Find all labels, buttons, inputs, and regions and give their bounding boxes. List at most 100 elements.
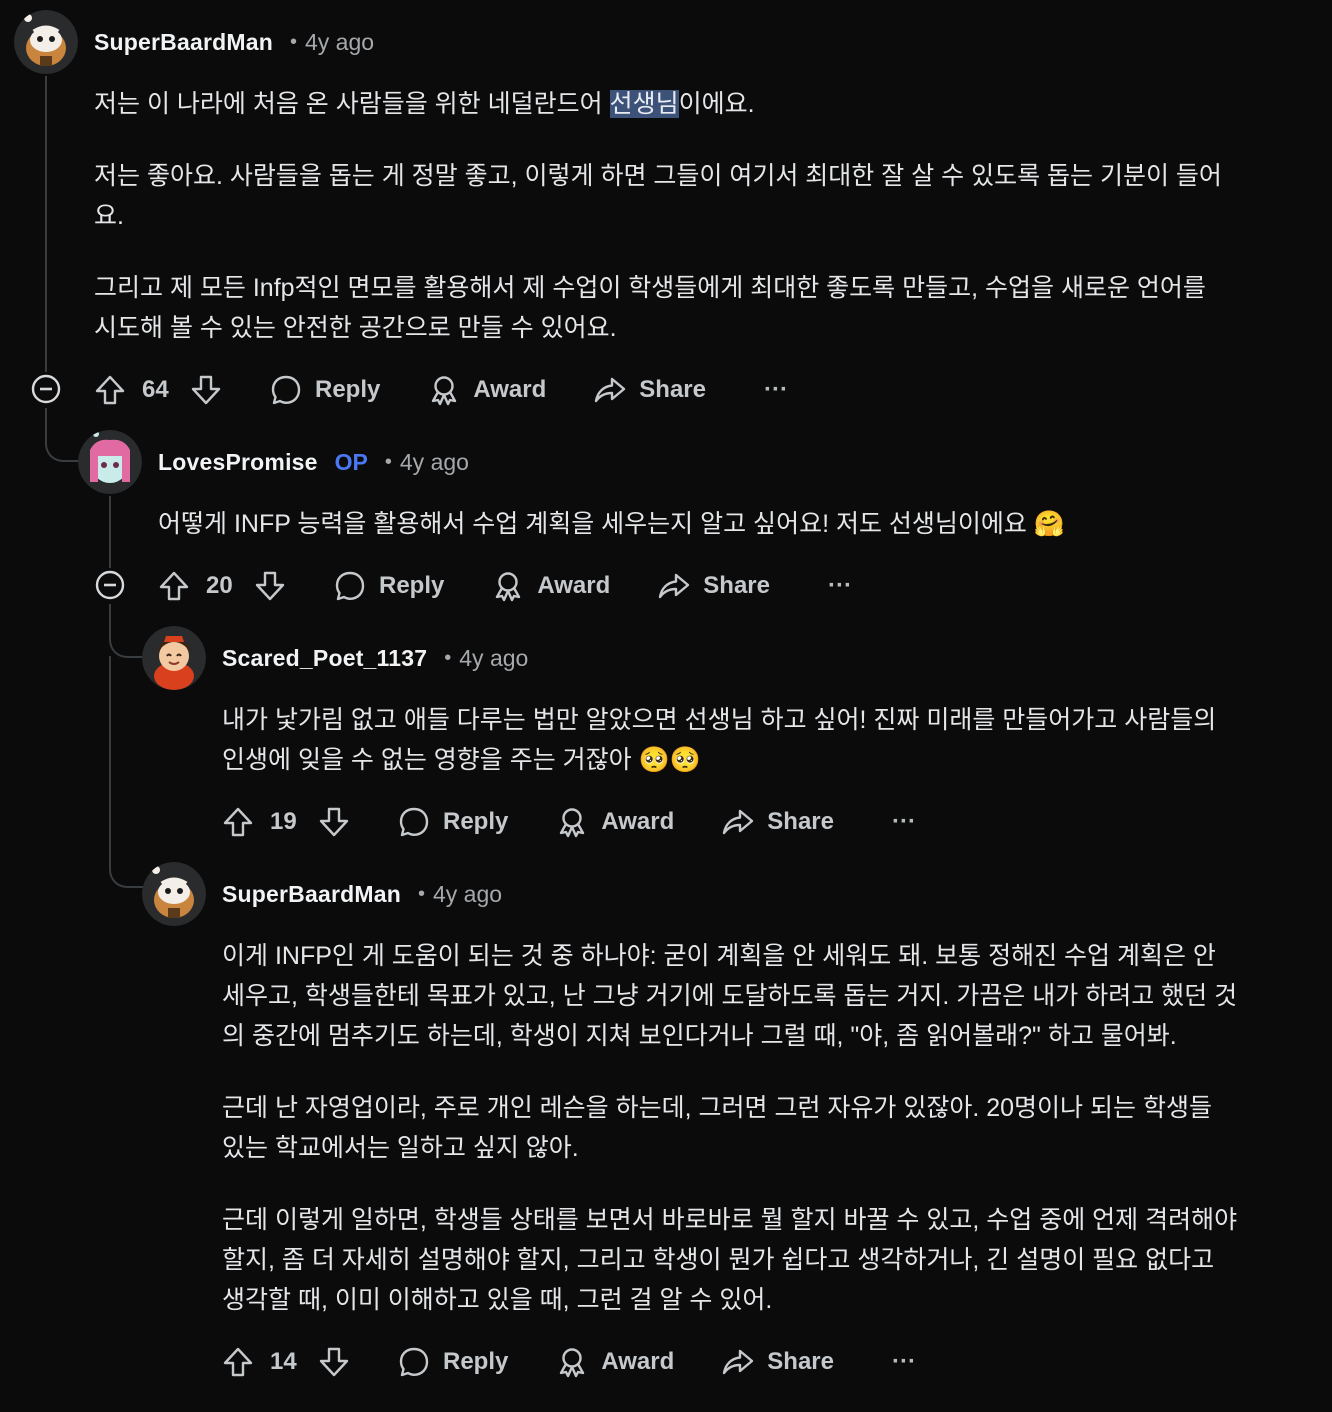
arrow-up-icon[interactable] — [222, 1346, 254, 1378]
thread-line-level-1 — [45, 76, 47, 372]
vote-count: 20 — [206, 572, 233, 599]
award-ribbon-icon — [492, 570, 524, 602]
text-line: 저는 좋아요. 사람들을 돕는 게 정말 좋고, 이렇게 하면 그들이 여기서 … — [94, 162, 1222, 190]
timestamp[interactable]: 4y ago — [305, 29, 374, 56]
comment-meta: SuperBaardMan • 4y ago — [222, 878, 502, 910]
text-line: 할지, 좀 더 자세히 설명해야 할지, 그리고 학생이 뭔가 쉽다고 생각하거… — [222, 1246, 1215, 1274]
reply-button[interactable]: Reply — [334, 570, 444, 602]
reply-button[interactable]: Reply — [398, 806, 508, 838]
paragraph: 이게 INFP인 게 도움이 되는 것 중 하나야: 굳이 계획을 안 세워도 … — [222, 936, 1237, 1056]
text-line: 있는 학교에서는 일하고 싶지 않아. — [222, 1134, 579, 1162]
share-arrow-icon — [722, 806, 754, 838]
award-label: Award — [601, 1348, 675, 1375]
avatar-lovespromise[interactable] — [78, 430, 142, 494]
share-button[interactable]: Share — [722, 1346, 834, 1378]
arrow-up-icon[interactable] — [94, 374, 126, 406]
paragraph: 내가 낯가림 없고 애들 다루는 법만 알았으면 선생님 하고 싶어! 진짜 미… — [222, 700, 1216, 780]
award-label: Award — [537, 572, 611, 599]
comment-action-bar: 20 Reply Award Share ··· — [158, 566, 852, 606]
speech-bubble-icon — [270, 374, 302, 406]
timestamp[interactable]: 4y ago — [433, 881, 502, 908]
highlighted-text: 선생님 — [609, 90, 679, 118]
reply-label: Reply — [315, 376, 381, 403]
arrow-down-icon[interactable] — [318, 806, 350, 838]
award-label: Award — [473, 376, 547, 403]
share-button[interactable]: Share — [658, 570, 770, 602]
text-line: 인생에 잊을 수 없는 영향을 주는 거잖아 🥺🥺 — [222, 746, 701, 774]
arrow-up-icon[interactable] — [158, 570, 190, 602]
vote-count: 14 — [270, 1348, 297, 1375]
username[interactable]: SuperBaardMan — [222, 881, 401, 908]
paragraph: 어떻게 INFP 능력을 활용해서 수업 계획을 세우는지 알고 싶어요! 저도… — [158, 504, 1065, 544]
text-line: 시도해 볼 수 있는 안전한 공간으로 만들 수 있어요. — [94, 314, 617, 342]
arrow-down-icon[interactable] — [190, 374, 222, 406]
share-label: Share — [767, 1348, 834, 1375]
share-label: Share — [767, 808, 834, 835]
share-arrow-icon — [658, 570, 690, 602]
minus-circle-icon — [95, 570, 125, 600]
paragraph: 저는 좋아요. 사람들을 돕는 게 정말 좋고, 이렇게 하면 그들이 여기서 … — [94, 156, 1222, 236]
avatar-superbaardman[interactable] — [142, 862, 206, 926]
text-line: 내가 낯가림 없고 애들 다루는 법만 알았으면 선생님 하고 싶어! 진짜 미… — [222, 706, 1217, 734]
share-button[interactable]: Share — [722, 806, 834, 838]
comment-body: 이게 INFP인 게 도움이 되는 것 중 하나야: 굳이 계획을 안 세워도 … — [222, 936, 1237, 1320]
comment-body: 어떻게 INFP 능력을 활용해서 수업 계획을 세우는지 알고 싶어요! 저도… — [158, 504, 1065, 544]
reply-label: Reply — [443, 1348, 509, 1375]
share-button[interactable]: Share — [594, 374, 706, 406]
separator-dot: • — [444, 646, 452, 669]
timestamp[interactable]: 4y ago — [400, 449, 469, 476]
more-options-button[interactable]: ··· — [828, 572, 852, 600]
text-line: 근데 이렇게 일하면, 학생들 상태를 보면서 바로바로 뭘 할지 바꿀 수 있… — [222, 1206, 1238, 1234]
thread-line-level-2 — [109, 496, 111, 568]
comment-action-bar: 19 Reply Award Share ··· — [222, 802, 916, 842]
separator-dot: • — [289, 30, 297, 53]
text-line: 그리고 제 모든 Infp적인 면모를 활용해서 제 수업이 학생들에게 최대한… — [94, 274, 1206, 302]
more-options-button[interactable]: ··· — [764, 376, 788, 404]
comment-body: 내가 낯가림 없고 애들 다루는 법만 알았으면 선생님 하고 싶어! 진짜 미… — [222, 700, 1216, 780]
paragraph: 근데 난 자영업이라, 주로 개인 레슨을 하는데, 그러면 그런 자유가 있잖… — [222, 1088, 1237, 1168]
thread-connector-scared-poet — [109, 604, 147, 658]
arrow-down-icon[interactable] — [254, 570, 286, 602]
award-button[interactable]: Award — [556, 806, 674, 838]
username[interactable]: SuperBaardMan — [94, 29, 273, 56]
vote-count: 19 — [270, 808, 297, 835]
award-button[interactable]: Award — [556, 1346, 674, 1378]
paragraph: 근데 이렇게 일하면, 학생들 상태를 보면서 바로바로 뭘 할지 바꿀 수 있… — [222, 1200, 1237, 1320]
avatar-scared-poet-1137[interactable] — [142, 626, 206, 690]
speech-bubble-icon — [398, 1346, 430, 1378]
share-label: Share — [639, 376, 706, 403]
reply-label: Reply — [379, 572, 445, 599]
comment-meta: LovesPromise OP • 4y ago — [158, 446, 469, 478]
award-ribbon-icon — [556, 806, 588, 838]
reply-button[interactable]: Reply — [398, 1346, 508, 1378]
award-button[interactable]: Award — [428, 374, 546, 406]
arrow-up-icon[interactable] — [222, 806, 254, 838]
text-line: 생각할 때, 이미 이해하고 있을 때, 그런 걸 알 수 있어. — [222, 1286, 773, 1314]
speech-bubble-icon — [334, 570, 366, 602]
timestamp[interactable]: 4y ago — [459, 645, 528, 672]
more-options-button[interactable]: ··· — [892, 808, 916, 836]
avatar-superbaardman[interactable] — [14, 10, 78, 74]
award-button[interactable]: Award — [492, 570, 610, 602]
arrow-down-icon[interactable] — [318, 1346, 350, 1378]
username[interactable]: LovesPromise — [158, 449, 318, 476]
paragraph: 저는 이 나라에 처음 온 사람들을 위한 네덜란드어 선생님이에요. — [94, 84, 1222, 124]
text-line: 이게 INFP인 게 도움이 되는 것 중 하나야: 굳이 계획을 안 세워도 … — [222, 942, 1216, 970]
reply-label: Reply — [443, 808, 509, 835]
username[interactable]: Scared_Poet_1137 — [222, 645, 427, 672]
more-options-button[interactable]: ··· — [892, 1348, 916, 1376]
text-run: 저는 이 나라에 처음 온 사람들을 위한 네덜란드어 — [94, 90, 610, 118]
minus-circle-icon — [31, 374, 61, 404]
separator-dot: • — [384, 450, 392, 473]
text-line: 근데 난 자영업이라, 주로 개인 레슨을 하는데, 그러면 그런 자유가 있잖… — [222, 1094, 1212, 1122]
collapse-thread-button[interactable] — [30, 373, 62, 405]
reply-button[interactable]: Reply — [270, 374, 380, 406]
share-label: Share — [703, 572, 770, 599]
speech-bubble-icon — [398, 806, 430, 838]
collapse-thread-button[interactable] — [94, 569, 126, 601]
comment-meta: SuperBaardMan • 4y ago — [94, 26, 374, 58]
comment-action-bar: 14 Reply Award Share ··· — [222, 1342, 916, 1382]
text-run: 이에요. — [678, 90, 755, 118]
thread-connector-lovespromise — [45, 408, 83, 462]
award-label: Award — [601, 808, 675, 835]
